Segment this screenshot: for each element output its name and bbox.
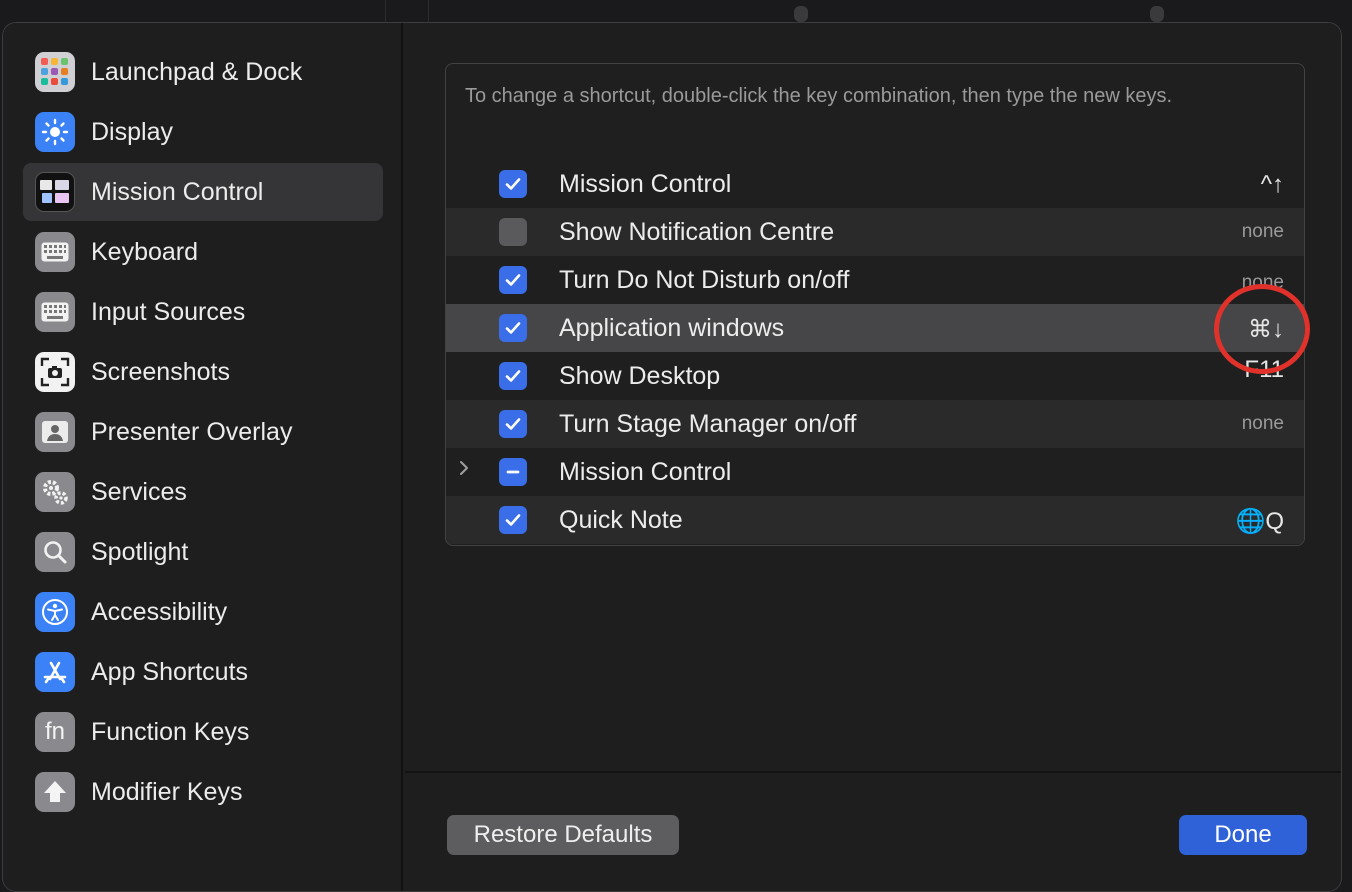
shortcut-label: Mission Control — [559, 170, 732, 198]
sidebar-item-label: Accessibility — [91, 597, 228, 626]
checkmark-icon — [505, 514, 521, 526]
shortcut-row[interactable]: Turn Stage Manager on/off none — [446, 400, 1304, 448]
shortcut-checkbox-mixed[interactable] — [499, 458, 527, 486]
sidebar-item-app-shortcuts[interactable]: App Shortcuts — [23, 643, 383, 701]
backdrop-divider — [385, 0, 386, 22]
sidebar-item-label: Spotlight — [91, 537, 189, 566]
key-combination[interactable]: none — [1242, 272, 1284, 294]
shortcut-checkbox[interactable] — [499, 410, 527, 438]
key-combination[interactable]: ⌘↓ — [1248, 315, 1284, 344]
sidebar-item-launchpad-dock[interactable]: Launchpad & Dock — [23, 43, 383, 101]
spotlight-icon — [35, 532, 75, 572]
shortcut-list: Mission Control ^↑ Show Notification Cen… — [446, 160, 1304, 544]
modifier-keys-icon — [35, 772, 75, 812]
sidebar-item-modifier-keys[interactable]: Modifier Keys — [23, 763, 383, 821]
key-combination[interactable]: none — [1242, 221, 1284, 243]
sidebar-item-label: Function Keys — [91, 717, 250, 746]
shortcut-instructions: To change a shortcut, double-click the k… — [465, 85, 1173, 107]
done-button[interactable]: Done — [1179, 815, 1307, 855]
checkmark-icon — [505, 322, 521, 334]
backdrop-slider-knob — [794, 6, 808, 22]
shortcut-label: Show Notification Centre — [559, 218, 835, 246]
accessibility-icon — [35, 592, 75, 632]
chevron-right-icon[interactable] — [454, 459, 474, 483]
sidebar-item-label: Presenter Overlay — [91, 417, 293, 446]
keyboard-icon — [35, 232, 75, 272]
sidebar-item-accessibility[interactable]: Accessibility — [23, 583, 383, 641]
shortcut-label: Mission Control — [559, 458, 732, 486]
shortcut-row[interactable]: Quick Note 🌐Q — [446, 496, 1304, 544]
shortcut-checkbox[interactable] — [499, 314, 527, 342]
sidebar-item-label: Services — [91, 477, 187, 506]
shortcut-label: Quick Note — [559, 506, 683, 534]
shortcut-label: Turn Stage Manager on/off — [559, 410, 857, 438]
sidebar-item-label: Mission Control — [91, 177, 264, 206]
display-icon — [35, 112, 75, 152]
sidebar-item-input-sources[interactable]: Input Sources — [23, 283, 383, 341]
services-icon — [35, 472, 75, 512]
sidebar-item-services[interactable]: Services — [23, 463, 383, 521]
checkmark-icon — [505, 418, 521, 430]
minus-icon — [506, 470, 520, 474]
keyboard-shortcuts-sheet: Launchpad & Dock Display Mission Control — [2, 22, 1342, 892]
sidebar-item-function-keys[interactable]: fn Function Keys — [23, 703, 383, 761]
shortcut-row-selected[interactable]: Application windows ⌘↓ — [446, 304, 1304, 352]
input-sources-icon — [35, 292, 75, 332]
sidebar-item-keyboard[interactable]: Keyboard — [23, 223, 383, 281]
sidebar-item-label: App Shortcuts — [91, 657, 249, 686]
key-combination[interactable]: F11 — [1244, 356, 1284, 384]
shortcut-group-row[interactable]: Mission Control — [446, 448, 1304, 496]
presenter-overlay-icon — [35, 412, 75, 452]
mission-control-icon — [35, 172, 75, 212]
screenshots-icon — [35, 352, 75, 392]
shortcut-row[interactable]: Mission Control ^↑ — [446, 160, 1304, 208]
sidebar-item-screenshots[interactable]: Screenshots — [23, 343, 383, 401]
shortcuts-main-pane: To change a shortcut, double-click the k… — [405, 23, 1341, 891]
sidebar-item-label: Input Sources — [91, 297, 246, 326]
key-combination[interactable]: ^↑ — [1261, 171, 1284, 199]
sidebar-item-label: Launchpad & Dock — [91, 57, 303, 86]
shortcut-checkbox[interactable] — [499, 170, 527, 198]
checkmark-icon — [505, 178, 521, 190]
sidebar-item-display[interactable]: Display — [23, 103, 383, 161]
sidebar-item-label: Display — [91, 117, 173, 146]
sidebar-item-label: Modifier Keys — [91, 777, 243, 806]
shortcut-checkbox[interactable] — [499, 506, 527, 534]
checkmark-icon — [505, 370, 521, 382]
function-keys-icon: fn — [35, 712, 75, 752]
checkmark-icon — [505, 274, 521, 286]
shortcuts-sidebar: Launchpad & Dock Display Mission Control — [3, 23, 403, 891]
shortcuts-list-panel: To change a shortcut, double-click the k… — [445, 63, 1305, 546]
shortcut-row[interactable]: Show Desktop F11 — [446, 352, 1304, 400]
sidebar-item-label: Screenshots — [91, 357, 230, 386]
shortcut-row[interactable]: Show Notification Centre none — [446, 208, 1304, 256]
app-shortcuts-icon — [35, 652, 75, 692]
key-combination[interactable]: 🌐Q — [1235, 507, 1284, 536]
sidebar-item-presenter-overlay[interactable]: Presenter Overlay — [23, 403, 383, 461]
sidebar-item-spotlight[interactable]: Spotlight — [23, 523, 383, 581]
backdrop-divider — [428, 0, 429, 22]
backdrop-slider-knob — [1150, 6, 1164, 22]
shortcut-label: Turn Do Not Disturb on/off — [559, 266, 850, 294]
launchpad-icon — [35, 52, 75, 92]
shortcut-checkbox[interactable] — [499, 218, 527, 246]
shortcut-checkbox[interactable] — [499, 362, 527, 390]
sidebar-item-label: Keyboard — [91, 237, 199, 266]
footer-divider — [405, 771, 1341, 773]
shortcut-row[interactable]: Turn Do Not Disturb on/off none — [446, 256, 1304, 304]
key-combination[interactable]: none — [1242, 413, 1284, 435]
shortcut-label: Show Desktop — [559, 362, 721, 390]
restore-defaults-button[interactable]: Restore Defaults — [447, 815, 679, 855]
shortcut-label: Application windows — [559, 314, 785, 342]
shortcut-checkbox[interactable] — [499, 266, 527, 294]
sidebar-item-mission-control[interactable]: Mission Control — [23, 163, 383, 221]
